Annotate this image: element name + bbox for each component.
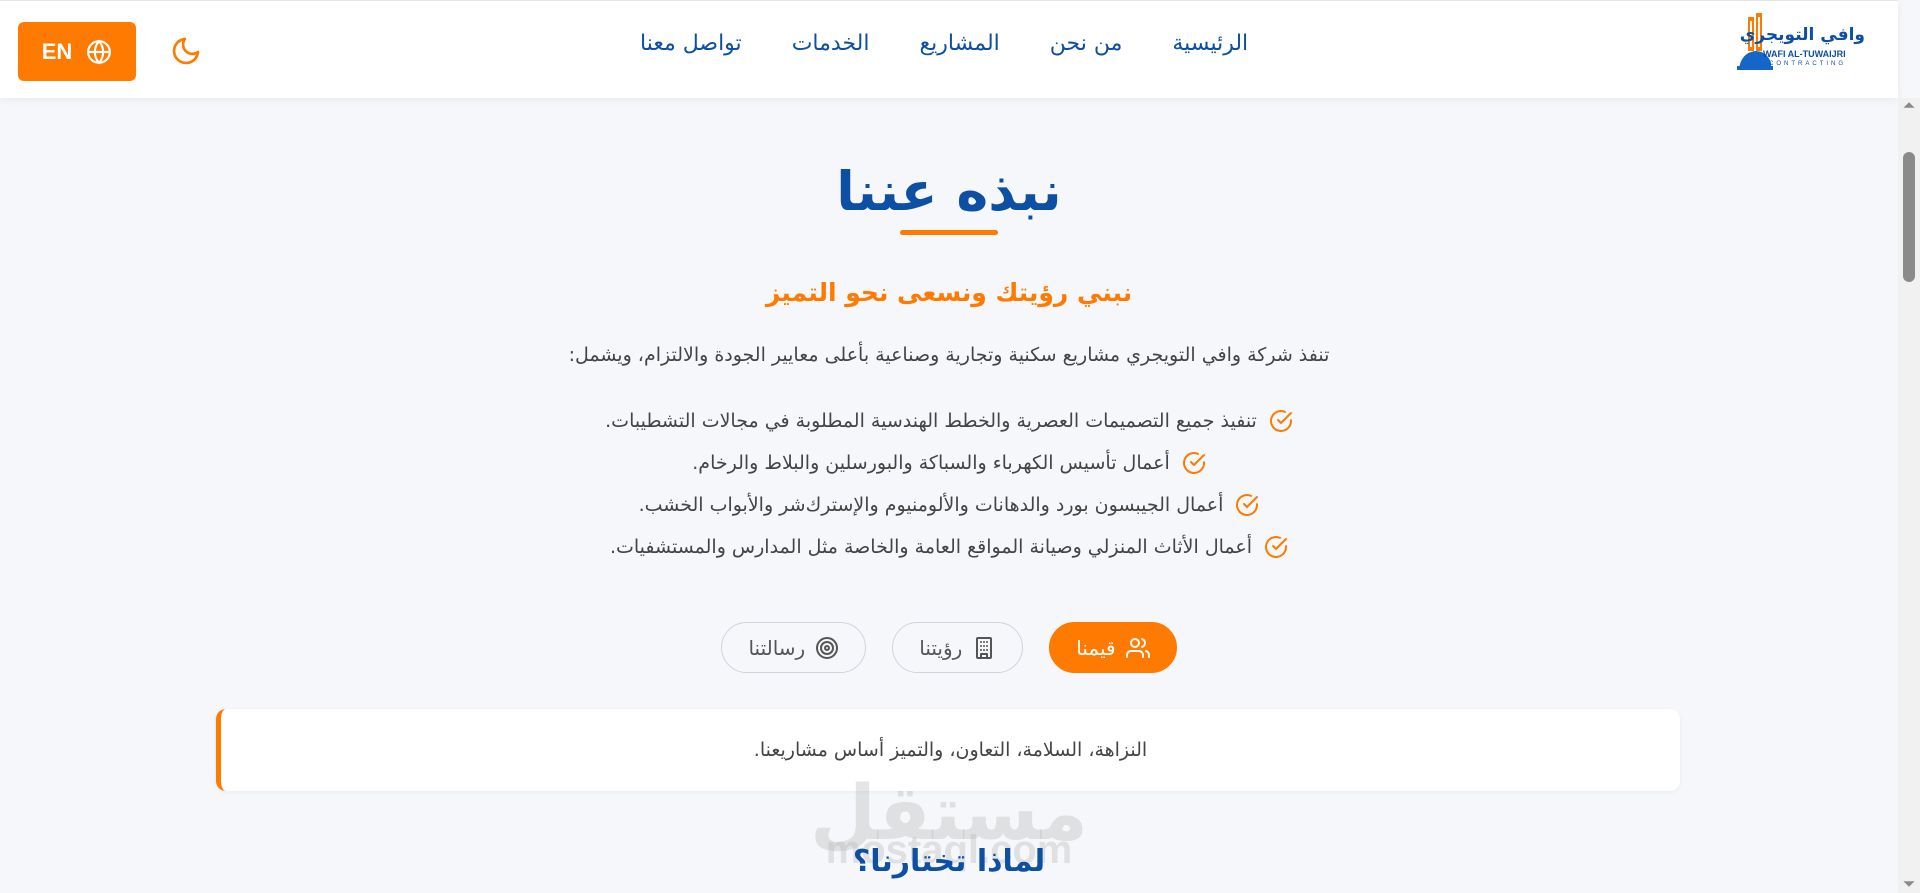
tab-label: رسالتنا — [748, 635, 806, 660]
check-circle-icon — [1182, 451, 1205, 474]
language-label: EN — [41, 38, 73, 64]
check-circle-icon — [1265, 535, 1288, 558]
list-item: أعمال الأثاث المنزلي وصيانة المواقع العا… — [610, 532, 1288, 561]
about-subtitle: نبني رؤيتك ونسعى نحو التميز — [765, 278, 1133, 307]
about-tabs: قيمنا رؤيتنا رسالتنا — [0, 622, 1898, 673]
main-nav: الرئيسية من نحن المشاريع الخدمات تواصل م… — [640, 31, 1248, 71]
check-circle-icon — [1236, 493, 1259, 516]
nav-services[interactable]: الخدمات — [792, 31, 870, 71]
building-icon — [976, 636, 993, 659]
scrollbar-thumb[interactable] — [1903, 152, 1915, 282]
users-icon — [1125, 637, 1150, 658]
about-intro: تنفذ شركة وافي التويجري مشاريع سكنية وتج… — [568, 344, 1330, 366]
about-section: نبذه عننا نبني رؤيتك ونسعى نحو التميز تن… — [0, 98, 1898, 893]
tab-values[interactable]: قيمنا — [1049, 622, 1177, 673]
why-choose-us-title: لماذا تختارنا؟ — [852, 844, 1046, 879]
nav-home[interactable]: الرئيسية — [1172, 31, 1248, 71]
language-switch-button[interactable]: EN — [18, 22, 136, 81]
target-icon — [816, 636, 839, 659]
feature-text: أعمال تأسيس الكهرباء والسباكة والبورسلين… — [692, 451, 1170, 474]
globe-icon — [87, 39, 112, 64]
nav-about[interactable]: من نحن — [1050, 31, 1123, 71]
scroll-down-arrow-icon[interactable] — [1902, 877, 1916, 891]
feature-list: تنفيذ جميع التصميمات العصرية والخطط الهن… — [0, 406, 1898, 561]
feature-text: أعمال الأثاث المنزلي وصيانة المواقع العا… — [609, 535, 1253, 558]
list-item: أعمال الجيبسون بورد والدهانات والألومنيو… — [639, 490, 1260, 519]
page-title: نبذه عننا — [836, 160, 1062, 223]
nav-projects[interactable]: المشاريع — [919, 31, 999, 71]
moon-icon[interactable] — [170, 35, 202, 67]
site-header: EN الرئيسية من نحن المشاريع الخدمات تواص… — [0, 0, 1898, 98]
logo-subtitle: CONTRACTING — [1769, 61, 1846, 67]
feature-text: أعمال الجيبسون بورد والدهانات والألومنيو… — [638, 493, 1224, 516]
tab-label: قيمنا — [1076, 635, 1116, 660]
check-circle-icon — [1269, 409, 1292, 432]
tab-panel-text: النزاهة، السلامة، التعاون، والتميز أساس … — [753, 739, 1148, 761]
title-underline — [900, 230, 998, 235]
tab-mission[interactable]: رسالتنا — [721, 622, 867, 673]
nav-contact[interactable]: تواصل معنا — [640, 31, 742, 71]
feature-text: تنفيذ جميع التصميمات العصرية والخطط الهن… — [605, 409, 1257, 432]
logo-english-text: WAFI AL-TUWAIJRI — [1763, 49, 1846, 59]
tab-vision[interactable]: رؤيتنا — [892, 622, 1024, 673]
scroll-up-arrow-icon[interactable] — [1902, 98, 1916, 112]
vertical-scrollbar[interactable] — [1898, 98, 1920, 893]
logo-arabic-text: وافي التويجري — [1739, 25, 1865, 45]
tab-label: رؤيتنا — [919, 635, 963, 660]
list-item: تنفيذ جميع التصميمات العصرية والخطط الهن… — [605, 406, 1293, 435]
company-logo[interactable]: وافي التويجري WAFI AL-TUWAIJRI CONTRACTI… — [1735, 11, 1865, 73]
list-item: أعمال تأسيس الكهرباء والسباكة والبورسلين… — [692, 448, 1205, 477]
